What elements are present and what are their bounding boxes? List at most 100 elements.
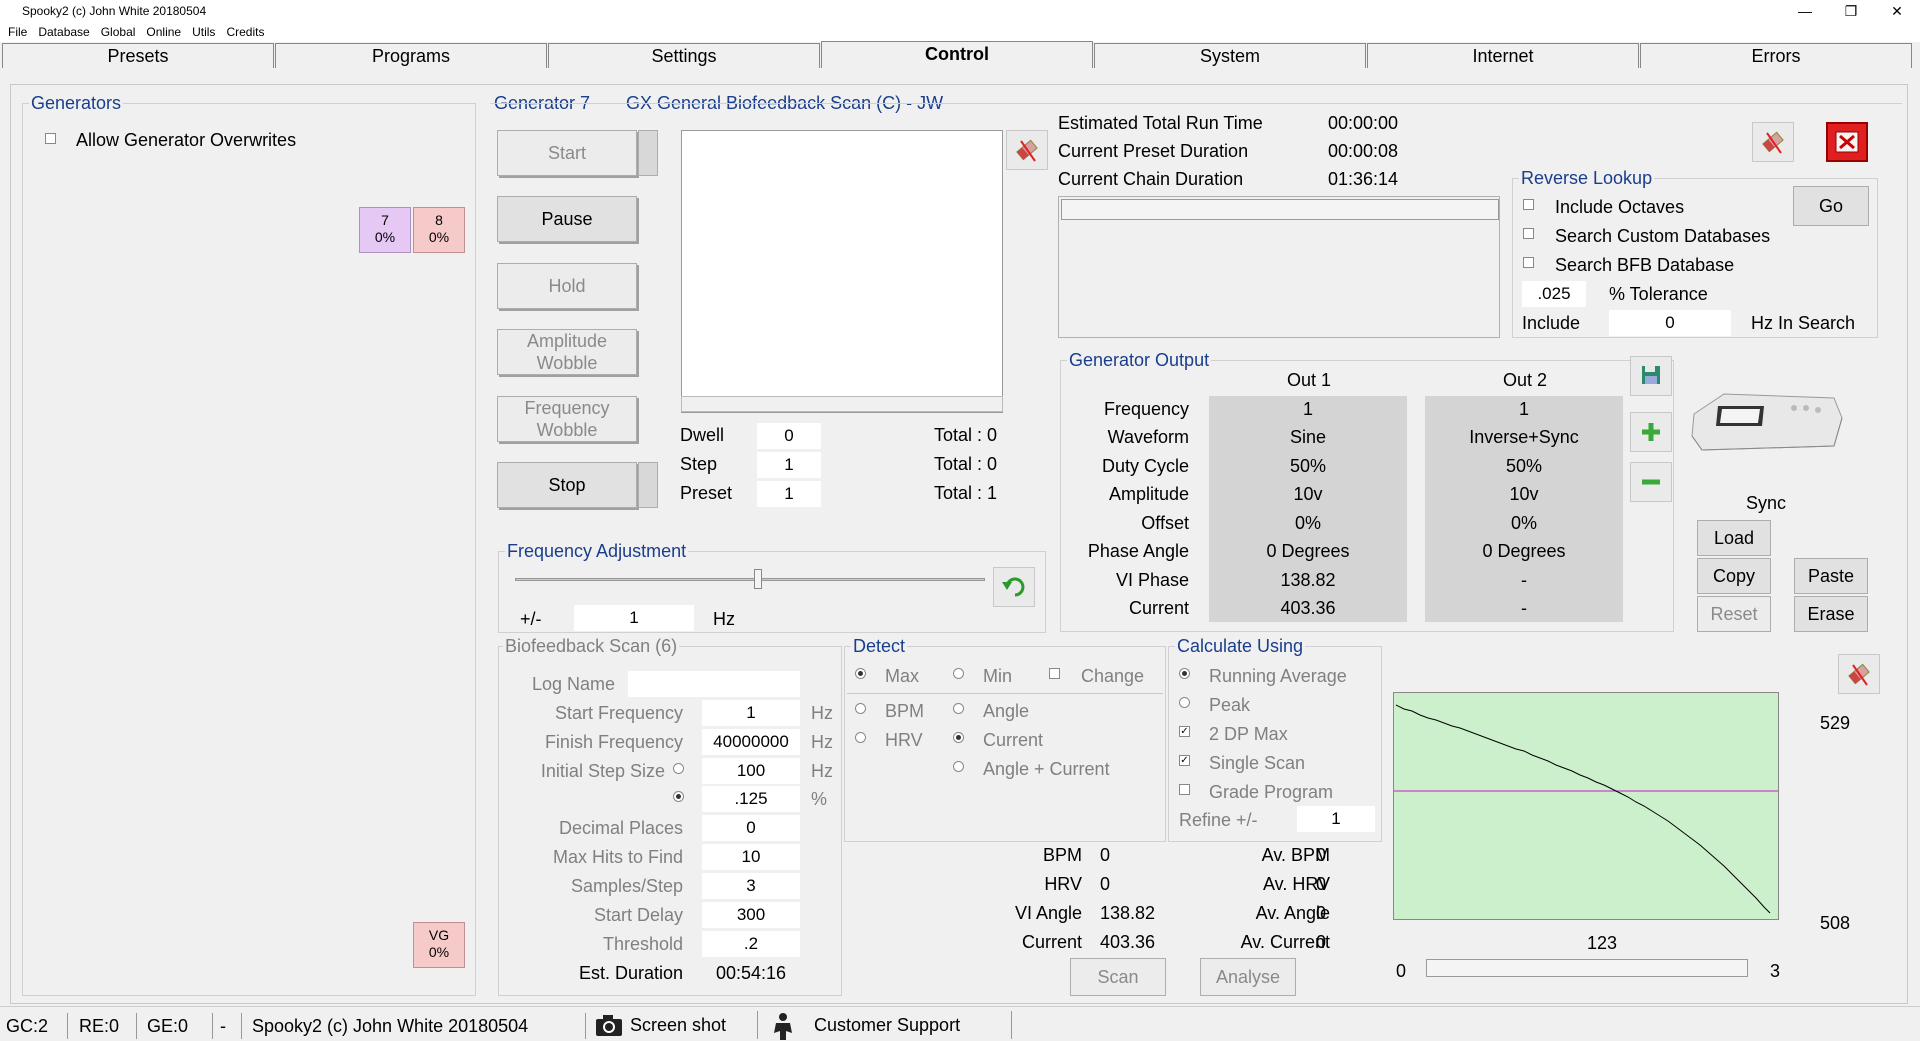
tab-internet[interactable]: Internet: [1367, 43, 1639, 68]
tab-presets[interactable]: Presets: [2, 43, 274, 68]
close-panel-button[interactable]: [1826, 122, 1868, 162]
tolerance-input[interactable]: .025: [1522, 281, 1586, 307]
dp-max-checkbox[interactable]: ✓: [1179, 726, 1190, 737]
include-input[interactable]: 0: [1609, 310, 1731, 336]
frequency-list-scrollbar[interactable]: [681, 396, 1003, 412]
remove-button[interactable]: [1630, 462, 1672, 502]
frequency-slider-thumb[interactable]: [754, 569, 762, 589]
erase-button[interactable]: Erase: [1794, 596, 1868, 632]
scan-row-value[interactable]: 100: [702, 758, 800, 784]
save-icon: [1642, 366, 1660, 384]
amplitude-wobble-button[interactable]: Amplitude Wobble: [497, 329, 637, 375]
angle-current-radio[interactable]: [953, 761, 964, 772]
chain-duration-label: Current Chain Duration: [1058, 169, 1244, 189]
scan-row-value[interactable]: 300: [702, 902, 800, 928]
erase-all-button[interactable]: [1752, 122, 1794, 162]
chain-duration-value: 01:36:14: [1328, 169, 1399, 189]
out1-value: 0 Degrees: [1266, 541, 1350, 561]
step-value: 1: [757, 452, 821, 478]
menu-database[interactable]: Database: [38, 22, 89, 42]
scan-row-value[interactable]: 3: [702, 873, 800, 899]
search-custom-label: Search Custom Databases: [1555, 226, 1771, 246]
scan-row-value[interactable]: 0: [702, 815, 800, 841]
clear-graph-button[interactable]: [1838, 654, 1880, 694]
search-custom-checkbox[interactable]: [1523, 228, 1534, 239]
menu-global[interactable]: Global: [101, 22, 136, 42]
start-button[interactable]: Start: [497, 130, 637, 176]
search-bfb-checkbox[interactable]: [1523, 257, 1534, 268]
scan-button[interactable]: Scan: [1070, 958, 1166, 996]
generator-tile-8[interactable]: 8 0%: [413, 207, 465, 253]
graph-scroll-slider[interactable]: [1426, 959, 1748, 977]
screenshot-button[interactable]: Screen shot: [592, 1011, 758, 1039]
frequency-wobble-button[interactable]: Frequency Wobble: [497, 396, 637, 442]
log-name-input[interactable]: [628, 671, 800, 697]
hold-button[interactable]: Hold: [497, 263, 637, 309]
analyse-button[interactable]: Analyse: [1200, 958, 1296, 996]
angle-radio[interactable]: [953, 703, 964, 714]
dwell-label: Dwell: [680, 425, 725, 445]
preset-duration-label: Current Preset Duration: [1058, 141, 1249, 161]
change-label: Change: [1081, 666, 1145, 686]
frequency-slider-track[interactable]: [515, 578, 985, 581]
refine-input[interactable]: 1: [1297, 806, 1375, 832]
tab-settings[interactable]: Settings: [548, 43, 820, 68]
load-button[interactable]: Load: [1697, 520, 1771, 556]
hrv-radio[interactable]: [855, 732, 866, 743]
close-window-button[interactable]: ✕: [1874, 0, 1920, 22]
tab-system[interactable]: System: [1094, 43, 1366, 68]
eraser-icon: [1762, 131, 1784, 154]
graph-ymin-label: 508: [1820, 913, 1851, 933]
tab-control[interactable]: Control: [821, 41, 1093, 68]
scan-row-value[interactable]: 10: [702, 844, 800, 870]
generator-output-group: Generator Output Out 1 Out 2 Frequency 1…: [1060, 350, 1674, 632]
menu-utils[interactable]: Utils: [192, 22, 215, 42]
allow-overwrites-checkbox[interactable]: [45, 133, 56, 144]
grade-program-checkbox[interactable]: [1179, 784, 1190, 795]
current-radio[interactable]: [953, 732, 964, 743]
copy-button[interactable]: Copy: [1697, 558, 1771, 594]
generator-tile-7[interactable]: 7 0%: [359, 207, 411, 253]
go-button[interactable]: Go: [1793, 186, 1869, 226]
step-size-hz-radio[interactable]: [673, 763, 684, 774]
dp-max-label: 2 DP Max: [1209, 724, 1288, 744]
running-average-radio[interactable]: [1179, 668, 1190, 679]
menu-credits[interactable]: Credits: [226, 22, 264, 42]
scan-row-value[interactable]: .2: [702, 931, 800, 957]
peak-radio[interactable]: [1179, 697, 1190, 708]
generator-tile-vg[interactable]: VG 0%: [413, 922, 465, 968]
max-radio[interactable]: [855, 668, 866, 679]
frequency-adjustment-group: Frequency Adjustment +/- 1 Hz: [498, 541, 1046, 633]
output-row-label: Phase Angle: [1087, 541, 1189, 561]
reset-button[interactable]: Reset: [1697, 596, 1771, 632]
add-button[interactable]: [1630, 412, 1672, 452]
graph-trace: [1395, 704, 1771, 914]
stop-button[interactable]: Stop: [497, 462, 637, 508]
frequency-list[interactable]: [681, 130, 1003, 413]
save-button[interactable]: [1630, 356, 1672, 396]
bpm-radio[interactable]: [855, 703, 866, 714]
scan-row-value[interactable]: 40000000: [702, 729, 800, 755]
customer-support-button[interactable]: Customer Support: [764, 1011, 1012, 1040]
menu-online[interactable]: Online: [146, 22, 181, 42]
menu-file[interactable]: File: [8, 22, 27, 42]
tab-errors[interactable]: Errors: [1640, 43, 1912, 68]
step-size-percent-radio[interactable]: [673, 791, 684, 802]
min-radio[interactable]: [953, 668, 964, 679]
minimize-button[interactable]: —: [1782, 0, 1828, 22]
include-octaves-checkbox[interactable]: [1523, 199, 1534, 210]
out2-value: 0%: [1510, 513, 1537, 533]
adjustment-input[interactable]: 1: [574, 605, 694, 631]
single-scan-checkbox[interactable]: ✓: [1179, 755, 1190, 766]
scan-row-value[interactable]: 1: [702, 700, 800, 726]
reset-adjustment-button[interactable]: [993, 567, 1035, 607]
tab-programs[interactable]: Programs: [275, 43, 547, 68]
clear-list-button[interactable]: [1006, 130, 1048, 170]
maximize-button[interactable]: ❐: [1828, 0, 1874, 22]
hz-in-search-label: Hz In Search: [1751, 313, 1856, 333]
change-checkbox[interactable]: [1049, 668, 1060, 679]
paste-button[interactable]: Paste: [1794, 558, 1868, 594]
scan-row-value[interactable]: .125: [702, 786, 800, 812]
out1-value: 10v: [1293, 484, 1323, 504]
pause-button[interactable]: Pause: [497, 196, 637, 242]
